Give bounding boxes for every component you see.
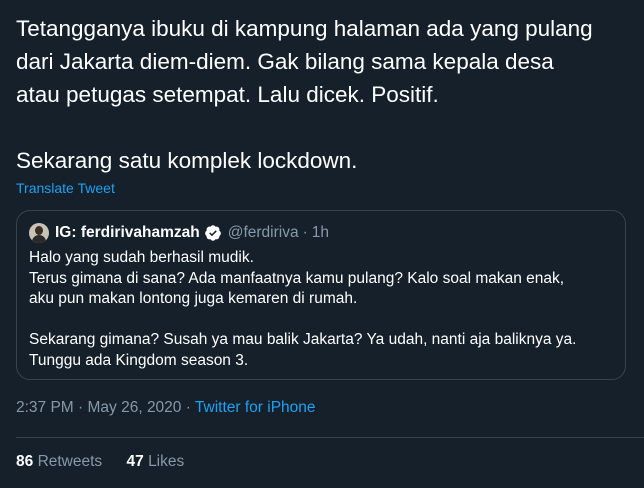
quoted-tweet-header: IG: ferdirivahamzah @ferdiriva · 1h <box>29 222 329 244</box>
quoted-tweet-text: Halo yang sudah berhasil mudik. Terus gi… <box>29 249 577 369</box>
likes-label: Likes <box>148 453 185 470</box>
retweets-label: Retweets <box>37 453 103 470</box>
tweet-stats: 86 Retweets 47 Likes <box>16 453 184 471</box>
retweets-count: 86 <box>16 453 34 470</box>
retweets-stat[interactable]: 86 Retweets <box>16 453 102 471</box>
likes-stat[interactable]: 47 Likes <box>127 453 185 471</box>
quoted-author-name[interactable]: IG: ferdirivahamzah <box>55 224 200 242</box>
tweet-source-link[interactable]: Twitter for iPhone <box>195 399 316 416</box>
likes-count: 47 <box>126 453 144 470</box>
quoted-author-handle[interactable]: @ferdiriva <box>228 224 299 242</box>
quoted-tweet[interactable]: IG: ferdirivahamzah @ferdiriva · 1h Halo… <box>16 210 626 380</box>
separator-dot: · <box>302 224 308 241</box>
translate-tweet-link[interactable]: Translate Tweet <box>16 180 115 196</box>
tweet-text: Tetangganya ibuku di kampung halaman ada… <box>16 16 593 173</box>
tweet-timestamp[interactable]: 2:37 PM · May 26, 2020 · <box>16 399 191 416</box>
divider <box>16 437 644 438</box>
verified-badge-icon <box>204 225 221 241</box>
tweet-meta: 2:37 PM · May 26, 2020 · Twitter for iPh… <box>16 399 316 417</box>
avatar[interactable] <box>29 223 49 243</box>
quoted-tweet-time[interactable]: 1h <box>312 224 329 242</box>
